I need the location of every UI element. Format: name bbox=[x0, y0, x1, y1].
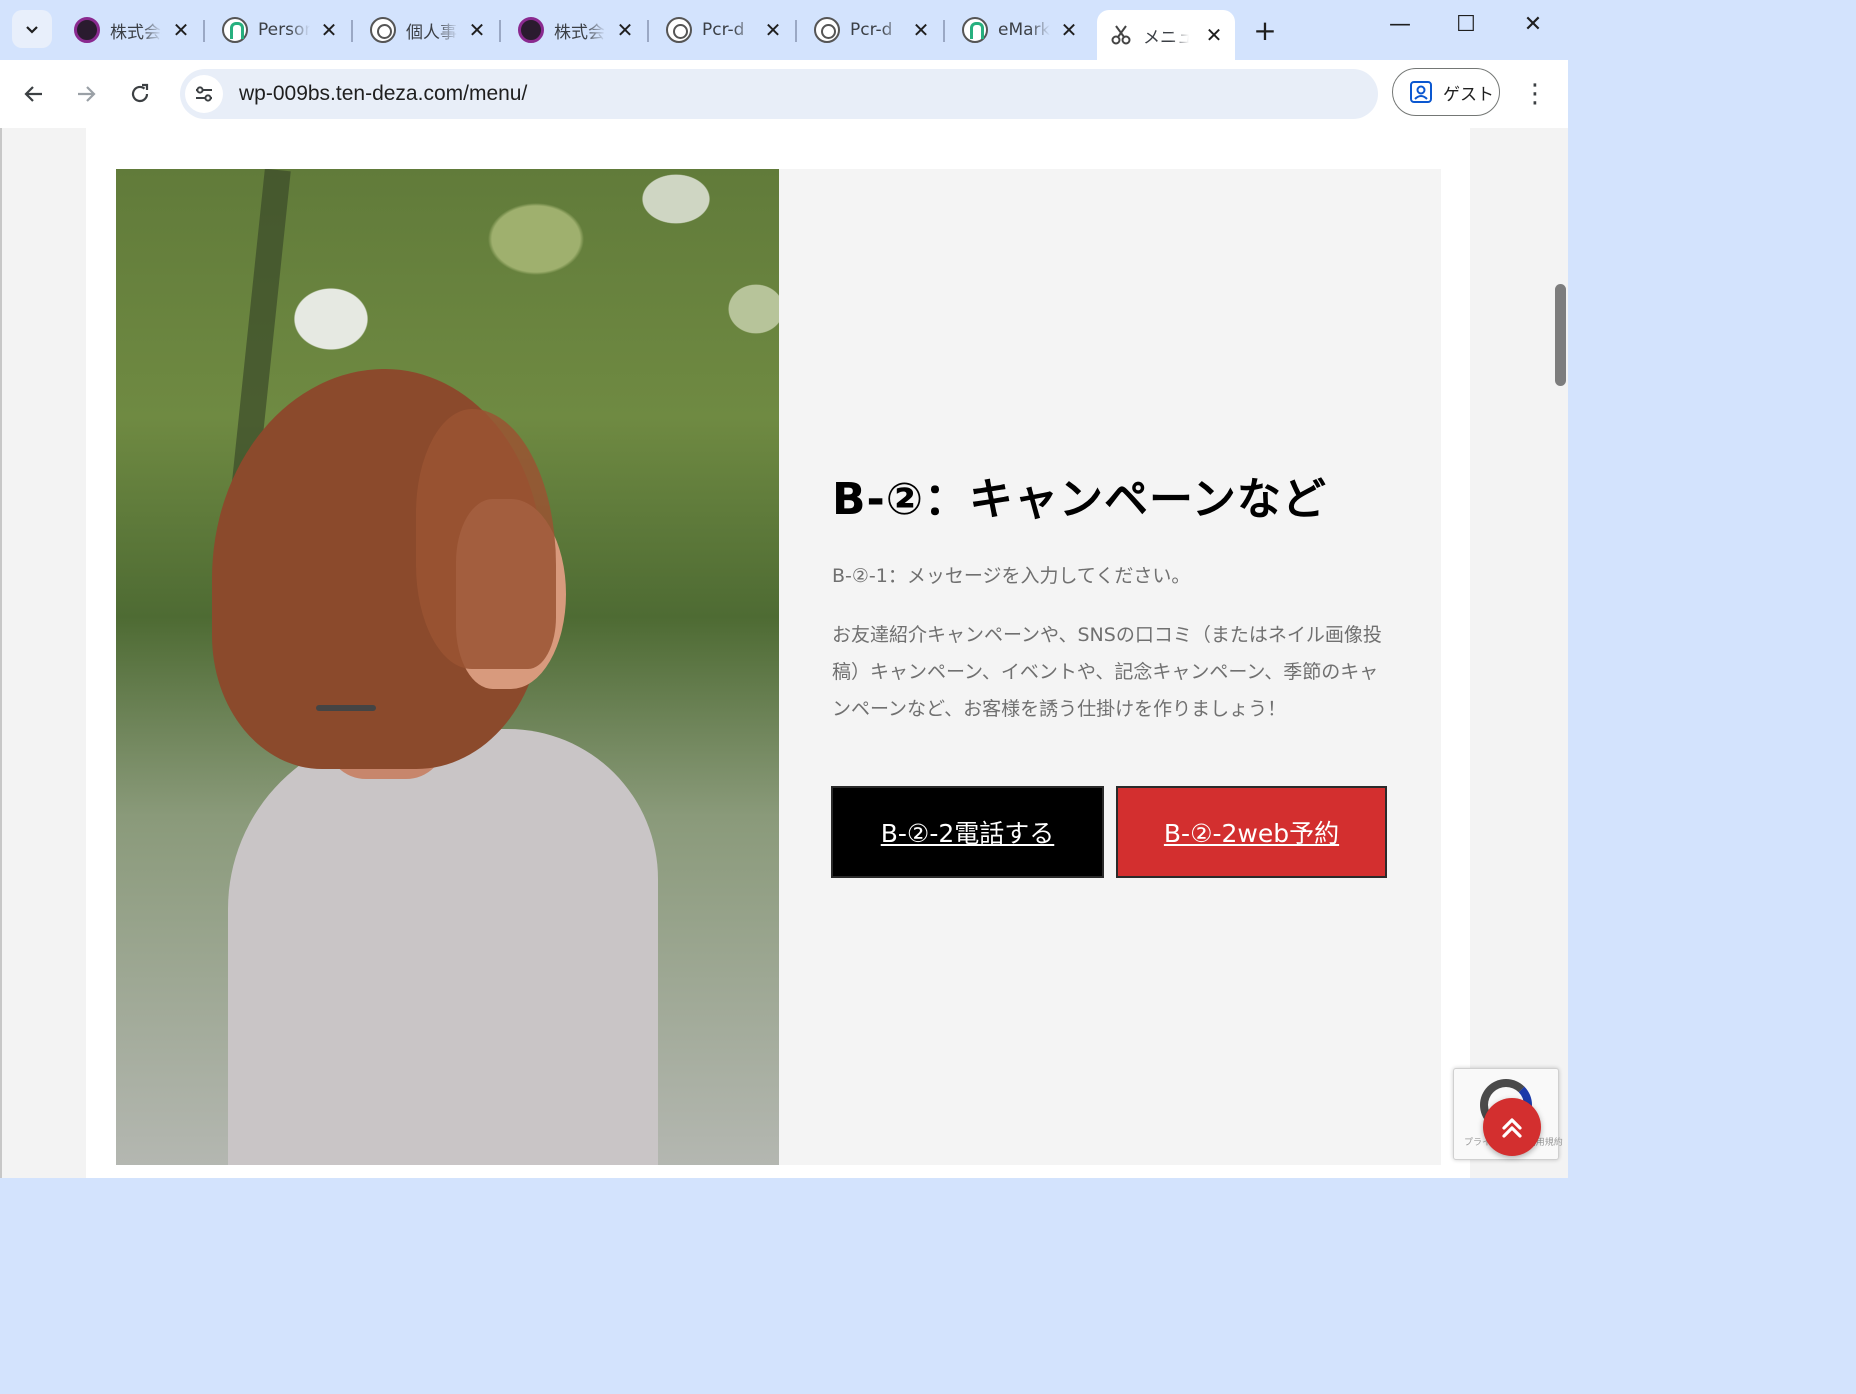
tab-divider bbox=[351, 20, 353, 42]
tab-5[interactable]: Pcr-d ✕ bbox=[654, 10, 794, 50]
page-viewport: B-②：キャンペーンなど B-②-1：メッセージを入力してください。 お友達紹介… bbox=[0, 128, 1568, 1178]
scrollbar-thumb[interactable] bbox=[1555, 284, 1566, 386]
browser-toolbar: wp-009bs.ten-deza.com/menu/ ゲスト ⋮ bbox=[0, 60, 1568, 128]
reload-icon[interactable] bbox=[122, 76, 158, 112]
dark-circle-icon bbox=[518, 17, 544, 43]
tab-4[interactable]: 株式会社 ✕ bbox=[506, 10, 646, 50]
tab-title: eMarket bbox=[998, 20, 1050, 40]
tab-strip: 株式会社 ✕ Personal ✕ 個人事業 ✕ 株式会社 ✕ Pcr-d ✕ … bbox=[0, 0, 1568, 60]
maximize-icon[interactable]: ☐ bbox=[1446, 12, 1486, 37]
tab-2[interactable]: Personal ✕ bbox=[210, 10, 350, 50]
forward-icon[interactable] bbox=[68, 76, 104, 112]
profile-label: ゲスト bbox=[1443, 84, 1494, 105]
close-tab-icon[interactable]: ✕ bbox=[614, 18, 636, 42]
close-tab-icon[interactable]: ✕ bbox=[910, 18, 932, 42]
tab-divider bbox=[647, 20, 649, 42]
tab-title: 個人事業 bbox=[406, 22, 458, 43]
tab-divider bbox=[943, 20, 945, 42]
tab-title: メニュー bbox=[1143, 27, 1189, 48]
profile-button[interactable]: ゲスト bbox=[1392, 68, 1500, 116]
green-app-icon bbox=[222, 17, 248, 43]
address-bar[interactable]: wp-009bs.ten-deza.com/menu/ bbox=[180, 69, 1378, 119]
url-text[interactable]: wp-009bs.ten-deza.com/menu/ bbox=[239, 82, 527, 106]
close-window-icon[interactable]: ✕ bbox=[1513, 12, 1553, 37]
site-info-icon[interactable] bbox=[185, 75, 223, 113]
tab-6[interactable]: Pcr-d ✕ bbox=[802, 10, 942, 50]
globe-icon bbox=[666, 17, 692, 43]
more-menu-icon[interactable]: ⋮ bbox=[1520, 76, 1550, 112]
back-to-top-button[interactable] bbox=[1483, 1098, 1541, 1156]
close-tab-icon[interactable]: ✕ bbox=[318, 18, 340, 42]
tab-title: 株式会社 bbox=[110, 22, 162, 43]
campaign-text-panel: B-②：キャンペーンなど B-②-1：メッセージを入力してください。 お友達紹介… bbox=[779, 169, 1441, 1165]
globe-icon bbox=[370, 17, 396, 43]
call-button[interactable]: B-②-2電話する bbox=[831, 786, 1104, 878]
tab-search-button[interactable] bbox=[12, 10, 52, 48]
tab-divider bbox=[795, 20, 797, 42]
close-tab-icon[interactable]: ✕ bbox=[762, 18, 784, 42]
tab-divider bbox=[499, 20, 501, 42]
close-tab-icon[interactable]: ✕ bbox=[170, 18, 192, 42]
back-icon[interactable] bbox=[16, 76, 52, 112]
section-heading: B-②：キャンペーンなど bbox=[832, 474, 1327, 525]
new-tab-icon[interactable]: + bbox=[1250, 14, 1280, 47]
green-app-icon bbox=[962, 17, 988, 43]
web-reservation-button[interactable]: B-②-2web予約 bbox=[1116, 786, 1387, 878]
close-tab-icon[interactable]: ✕ bbox=[1058, 18, 1080, 42]
dark-circle-icon bbox=[74, 17, 100, 43]
tab-title: 株式会社 bbox=[554, 22, 606, 43]
tab-8-active[interactable]: メニュー ✕ bbox=[1097, 10, 1235, 60]
tab-1[interactable]: 株式会社 ✕ bbox=[62, 10, 202, 50]
tab-7[interactable]: eMarket ✕ bbox=[950, 10, 1090, 50]
chevron-down-icon bbox=[26, 26, 38, 34]
profile-icon bbox=[1410, 81, 1432, 103]
close-tab-icon[interactable]: ✕ bbox=[466, 18, 488, 42]
tab-divider bbox=[203, 20, 205, 42]
minimize-icon[interactable]: — bbox=[1380, 12, 1420, 37]
double-chevron-up-icon bbox=[1502, 1118, 1522, 1138]
window-edge bbox=[0, 128, 2, 1178]
globe-icon bbox=[814, 17, 840, 43]
close-tab-icon[interactable]: ✕ bbox=[1203, 23, 1225, 47]
tab-title: Pcr-d bbox=[702, 20, 745, 40]
tab-3[interactable]: 個人事業 ✕ bbox=[358, 10, 498, 50]
scissors-icon bbox=[1111, 25, 1131, 45]
tab-title: Personal bbox=[258, 20, 310, 40]
campaign-photo bbox=[116, 169, 779, 1165]
tab-title: Pcr-d bbox=[850, 20, 893, 40]
section-description: お友達紹介キャンペーンや、SNSの口コミ（またはネイル画像投稿）キャンペーン、イ… bbox=[832, 624, 1382, 720]
section-lead: B-②-1：メッセージを入力してください。 bbox=[832, 565, 1191, 587]
